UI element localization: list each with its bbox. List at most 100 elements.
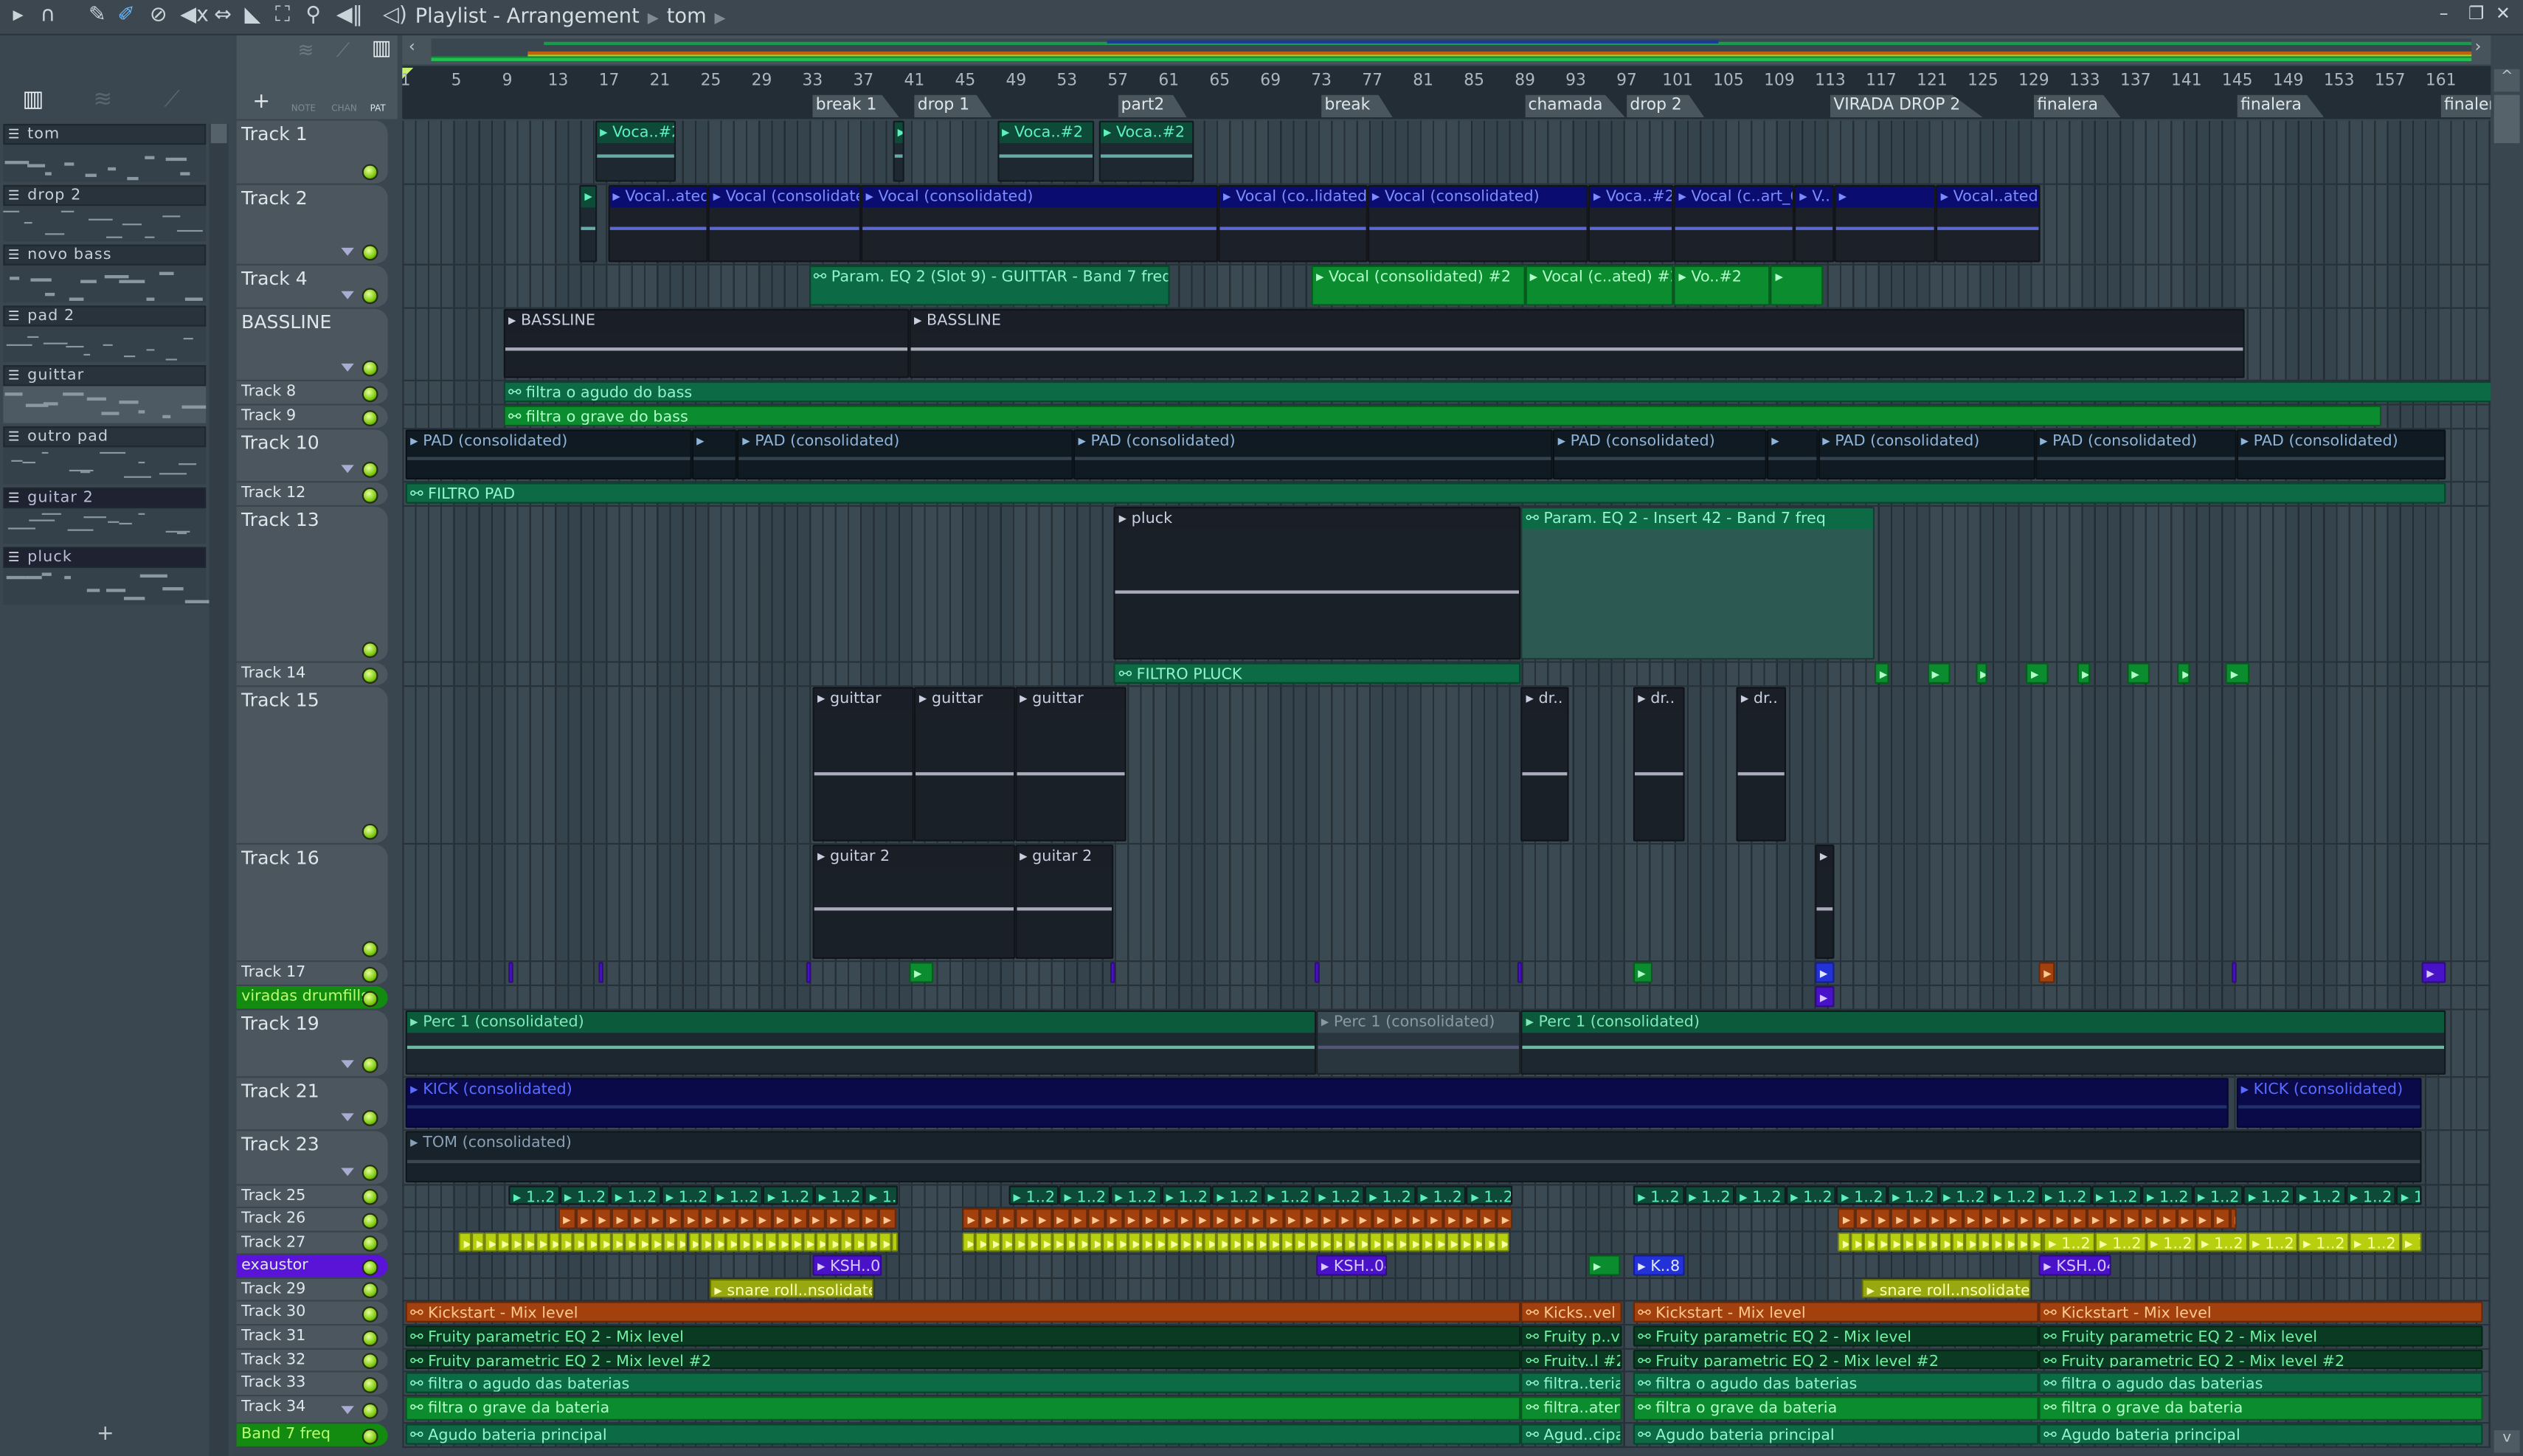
pattern-item-guitar-2[interactable]: ☰ guitar 2 [3, 486, 207, 547]
clip-yellow[interactable]: ▸ [1889, 1232, 1902, 1252]
clip-snare[interactable]: ▸ snare roll..nsolidated) [1862, 1278, 2032, 1299]
clip-yellow[interactable]: ▸ [1838, 1232, 1851, 1252]
clip-orange[interactable]: ▸ [2122, 1208, 2141, 1230]
clip-voc[interactable]: ▸ Vocal..ated) [607, 184, 709, 263]
arrangement-overview-scrollbar[interactable]: ‹ › [402, 35, 2491, 65]
track-lane[interactable]: ⚯ filtra o agudo do bass [402, 381, 2492, 406]
track-header[interactable]: Track 19 [236, 1010, 388, 1078]
clip-teal[interactable]: ▸ [579, 184, 597, 263]
clip-voc[interactable]: ▸ Vocal (c..art_64 [1673, 184, 1795, 263]
clip-dkgreen[interactable]: ⚯ Fruity parametric EQ 2 - Mix level [2038, 1325, 2483, 1347]
track-name[interactable]: Track 34 [241, 1398, 305, 1415]
clip-blue[interactable]: ▸ [1815, 962, 1835, 983]
clip-yellow[interactable]: ▸ [891, 1232, 898, 1252]
track-lane[interactable]: ▸ KICK (consolidated) ▸ KICK (consolidate… [402, 1078, 2491, 1131]
clip-yellow[interactable]: ▸ [1939, 1232, 1953, 1252]
track-enable-led[interactable] [361, 990, 378, 1007]
clip-yellow[interactable]: ▸ [1267, 1232, 1281, 1252]
track-dropdown-icon[interactable] [341, 1168, 354, 1176]
clip-pattern[interactable]: ▸ guittar [914, 687, 1015, 842]
track-lane[interactable]: ▸ ▸ Vocal..ated) ▸ Vocal (consolidated) ▸ … [402, 184, 2491, 266]
clip-yellow[interactable]: ▸ [988, 1232, 1001, 1252]
clip-orange[interactable]: ▸ [558, 1208, 576, 1230]
track-name[interactable]: Track 29 [241, 1280, 305, 1298]
clip-orange[interactable]: ▸ [1461, 1208, 1479, 1230]
clip-teal[interactable]: ▸ 1..2 [2294, 1185, 2346, 1205]
scroll-up-icon[interactable]: ^ [2493, 69, 2520, 92]
clip-yellow[interactable]: ▸ [1141, 1232, 1154, 1252]
clip-bright[interactable]: ⚯ filtra o grave da bateria [1633, 1396, 2039, 1421]
select-icon[interactable]: ⛶ [275, 3, 290, 29]
zoom-icon[interactable]: ⚲ [305, 3, 321, 29]
track-enable-led[interactable] [361, 486, 378, 503]
pattern-item-pad-2[interactable]: ☰ pad 2 [3, 305, 207, 366]
clip-yellow[interactable]: ▸ [975, 1232, 989, 1252]
scrollbar-thumb[interactable] [2493, 94, 2520, 144]
track-lane[interactable]: ⚯ filtra o agudo das baterias ⚯ filtra..t… [402, 1372, 2491, 1397]
clip-auto[interactable]: ⚯ Agud..cipal [1520, 1424, 1622, 1445]
clip-pad[interactable]: ▸ PAD (consolidated) [1073, 429, 1554, 479]
clip-yellow[interactable]: ▸ [1395, 1232, 1408, 1252]
track-enable-led[interactable] [361, 667, 378, 683]
mute-icon[interactable]: ◀x [180, 3, 209, 29]
clip-orange[interactable]: ▸ [575, 1208, 594, 1230]
clip-yellow[interactable]: ▸ [561, 1232, 574, 1252]
clip-orange[interactable]: ▸ [1176, 1208, 1194, 1230]
track-header[interactable]: Track 4 [236, 265, 388, 309]
track-header[interactable]: BASSLINE [236, 308, 388, 381]
clip-auto[interactable]: ⚯ Agudo bateria principal [1633, 1424, 2039, 1445]
clip-orange[interactable]: ▸ [1998, 1208, 2016, 1230]
clip-orange[interactable]: ▸ [1926, 1208, 1945, 1230]
clip-yellow[interactable]: ▸ [573, 1232, 586, 1252]
track-name[interactable]: Track 21 [241, 1080, 319, 1103]
clip-voc[interactable]: ▸ Vocal..ated) [1936, 184, 2041, 263]
clip-orange[interactable]: ▸ [1908, 1208, 1927, 1230]
clip-yellow[interactable]: ▸ [1484, 1232, 1498, 1252]
track-lane[interactable]: ▸ guitar 2 ▸ guitar 2 ▸ [402, 845, 2491, 963]
clip-yellow[interactable]: ▸ [1357, 1232, 1370, 1252]
track-name[interactable]: Track 33 [241, 1374, 305, 1392]
timeline-marker[interactable]: drop 2 [1627, 94, 1705, 118]
clip-teal[interactable]: ▸ 1..2 [712, 1185, 764, 1205]
pattern-item-tom[interactable]: ☰ tom [3, 123, 207, 184]
clip-auto[interactable]: ⚯ Agudo bateria principal [405, 1424, 1521, 1445]
clip-yellow[interactable]: ▸ [828, 1232, 841, 1252]
clip-yellow[interactable]: ▸ [1026, 1232, 1039, 1252]
pattern-item-novo-bass[interactable]: ☰ novo bass [3, 244, 207, 305]
track-name[interactable]: Track 10 [241, 431, 319, 454]
track-lane[interactable]: ▸ BASSLINE ▸ BASSLINE [402, 308, 2491, 381]
track-lane[interactable]: ⚯ filtra o grave do bass [402, 405, 2491, 430]
clip-orange[interactable]: ⚯ Kickstart - Mix level [2038, 1301, 2483, 1322]
track-lane[interactable]: ⚯ FILTRO PAD [402, 482, 2491, 507]
clip-yellow[interactable]: ▸ [1230, 1232, 1243, 1252]
clip-orange[interactable]: ▸ [879, 1208, 897, 1230]
clip-voc[interactable]: ▸ Vocal (consolidated) [860, 184, 1219, 263]
clip-teal[interactable]: ▸ 1..2 [1364, 1185, 1416, 1205]
timeline-marker[interactable]: chamada [1525, 94, 1625, 118]
clip-orange[interactable]: ▸ [2033, 1208, 2052, 1230]
clip-orange[interactable]: ▸ [1087, 1208, 1106, 1230]
automation-icon[interactable]: ⟋ [336, 38, 350, 63]
track-dropdown-icon[interactable] [341, 1406, 354, 1415]
clip-teal[interactable]: ▸ 1..2 [508, 1185, 560, 1205]
clip-purple[interactable]: ▸ [1110, 962, 1115, 983]
track-header[interactable]: Track 8 [236, 381, 388, 406]
clip-orange[interactable]: ▸ [2087, 1208, 2105, 1230]
track-header[interactable]: Track 17 [236, 962, 388, 987]
piano-icon[interactable]: ▥ [23, 87, 44, 113]
track-lane[interactable]: ⚯ Kickstart - Mix level ⚯ Kicks..vel ⚯ Kic… [402, 1301, 2491, 1326]
clip-orange[interactable]: ⚯ Kickstart - Mix level [405, 1301, 1521, 1322]
track-enable-led[interactable] [361, 288, 378, 305]
track-lane[interactable]: ⚯ Param. EQ 2 (Slot 9) - GUITTAR - Band … [402, 265, 2491, 309]
track-lane[interactable]: ▸ pluck ⚯ Param. EQ 2 - Insert 42 - Band … [402, 507, 2491, 663]
track-name[interactable]: Track 8 [241, 383, 296, 401]
timeline-ruler[interactable]: ◤ 1 5 9 13 17 21 25 29 33 37 41 45 49 53 57 61 65 69 73 77 8… [401, 66, 2523, 119]
clip-orange[interactable]: ▸ [980, 1208, 999, 1230]
pattern-header[interactable]: ☰ pluck [3, 547, 207, 569]
clip-yellow[interactable]: ▸ [2015, 1232, 2029, 1252]
clip-orange[interactable]: ⚯ Kickstart - Mix level [1633, 1301, 2039, 1322]
clip-kick[interactable]: ▸ KICK (consolidated) [405, 1078, 2229, 1128]
clip-teal[interactable]: ▸ 1..2 [661, 1185, 713, 1205]
clip-teal[interactable]: ▸ 1..2 [1211, 1185, 1263, 1205]
track-name[interactable]: exaustor [241, 1256, 308, 1274]
